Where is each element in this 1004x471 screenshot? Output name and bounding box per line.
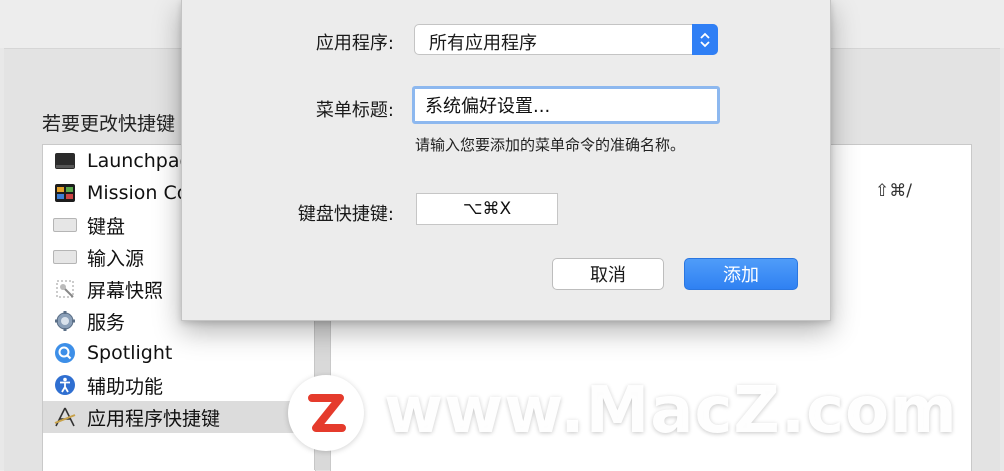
application-label: 应用程序:: [315, 33, 394, 54]
add-shortcut-dialog: 应用程序: 所有应用程序 菜单标题: 请输入您要添加的菜单命令的准确名称。 键盘…: [181, 0, 831, 321]
gear-icon: [53, 309, 77, 333]
cancel-button[interactable]: 取消: [552, 258, 664, 290]
application-popup[interactable]: 所有应用程序: [414, 24, 718, 55]
screenshot-icon: [53, 277, 77, 301]
add-button[interactable]: 添加: [684, 258, 798, 290]
shortcut-label: 键盘快捷键:: [297, 204, 394, 225]
launchpad-icon: [53, 149, 77, 173]
spotlight-icon: [53, 341, 77, 365]
menu-title-input[interactable]: [412, 86, 720, 124]
category-label: 输入源: [87, 247, 145, 270]
category-item-spotlight[interactable]: Spotlight: [43, 337, 315, 369]
input-sources-icon: [53, 245, 77, 269]
category-item-app-shortcuts[interactable]: 应用程序快捷键: [43, 401, 315, 433]
keyboard-icon: [53, 213, 77, 237]
chevron-updown-icon[interactable]: [692, 24, 718, 55]
category-label: 辅助功能: [87, 375, 164, 398]
application-popup-value: 所有应用程序: [429, 33, 537, 54]
watermark-text: www.MacZ.com: [384, 374, 958, 448]
category-label: Launchpad: [87, 150, 192, 172]
accessibility-icon: [53, 373, 77, 397]
category-label: 应用程序快捷键: [87, 407, 221, 430]
watermark-logo: [288, 375, 364, 451]
shortcut-recorder-field[interactable]: ⌥⌘X: [416, 193, 558, 225]
category-label: 键盘: [87, 215, 126, 238]
category-label: Spotlight: [87, 342, 173, 364]
hint-text: 若要更改快捷键: [42, 113, 176, 135]
category-label: 屏幕快照: [87, 279, 164, 302]
category-item-accessibility[interactable]: 辅助功能: [43, 369, 315, 401]
app-shortcuts-icon: [53, 405, 77, 429]
macz-logo-icon: [308, 394, 346, 432]
category-label: 服务: [87, 311, 126, 334]
existing-shortcut: ⇧⌘/: [875, 181, 912, 201]
menu-title-label: 菜单标题:: [315, 100, 394, 121]
menu-title-helper: 请输入您要添加的菜单命令的准确名称。: [415, 136, 686, 154]
mission-control-icon: [53, 181, 77, 205]
